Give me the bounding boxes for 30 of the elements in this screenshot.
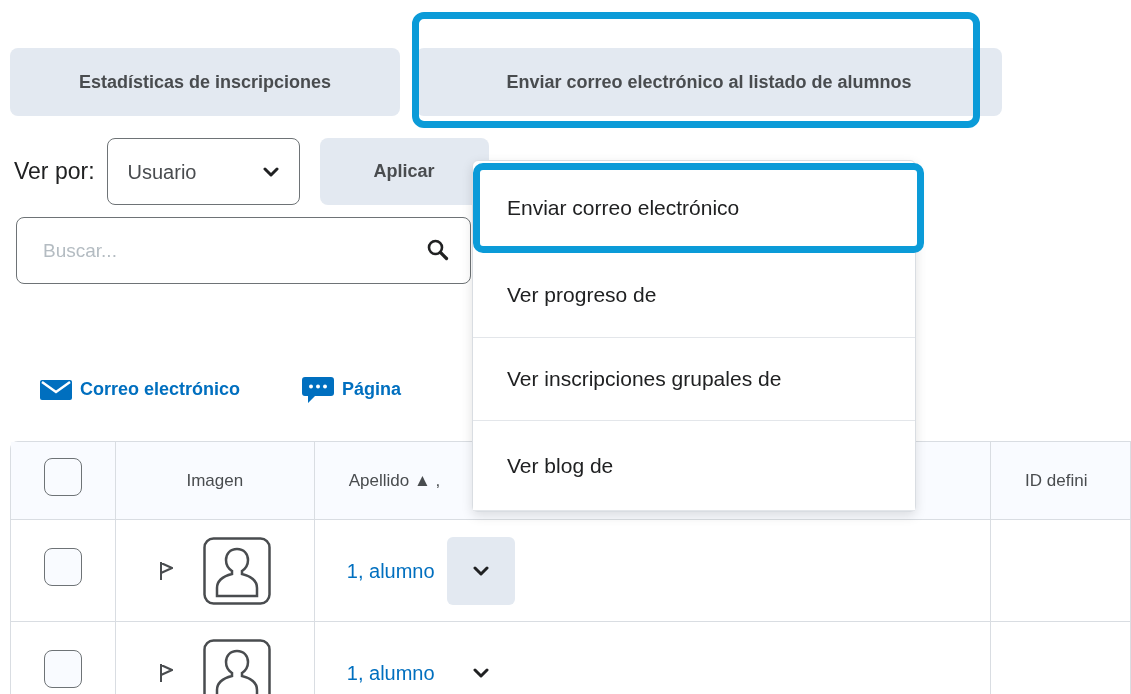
apply-button[interactable]: Aplicar <box>319 138 489 205</box>
column-header: Imagen <box>186 470 244 490</box>
menu-item[interactable]: Ver inscripciones grupales de <box>473 338 915 421</box>
student-link[interactable]: 1, alumno <box>346 555 435 586</box>
chat-icon <box>302 376 335 403</box>
avatar-icon <box>202 638 271 694</box>
tab-button[interactable]: Estadísticas de inscripciones <box>10 48 400 116</box>
action-link[interactable]: Correo electrónico <box>40 376 241 403</box>
mail-icon <box>40 379 72 400</box>
chevron-icon <box>262 166 279 177</box>
row-checkbox[interactable] <box>43 548 82 586</box>
flag-icon[interactable] <box>158 560 173 581</box>
column-header: ID defini <box>1025 470 1088 490</box>
select-all-checkbox[interactable] <box>43 457 82 496</box>
menu-item[interactable]: Enviar correo electrónico <box>473 163 924 253</box>
view-by-label: Ver por: <box>14 157 95 187</box>
search-field[interactable]: Buscar... <box>16 217 471 284</box>
action-link[interactable]: Página <box>302 376 402 403</box>
flag-icon[interactable] <box>158 662 173 683</box>
row-checkbox[interactable] <box>43 650 82 688</box>
menu-item[interactable]: Ver progreso de <box>473 253 915 338</box>
chevron-icon <box>472 565 489 576</box>
column-header[interactable]: Apellido ▲ , <box>348 470 441 490</box>
menu-item[interactable]: Ver blog de <box>473 421 915 511</box>
search-icon[interactable] <box>427 239 449 261</box>
chevron-icon <box>472 667 489 678</box>
avatar-icon <box>202 536 271 605</box>
student-link[interactable]: 1, alumno <box>346 657 435 688</box>
view-by-select[interactable]: Usuario <box>106 138 300 205</box>
tab-button[interactable]: Enviar correo electrónico al listado de alumnos <box>416 48 1002 116</box>
